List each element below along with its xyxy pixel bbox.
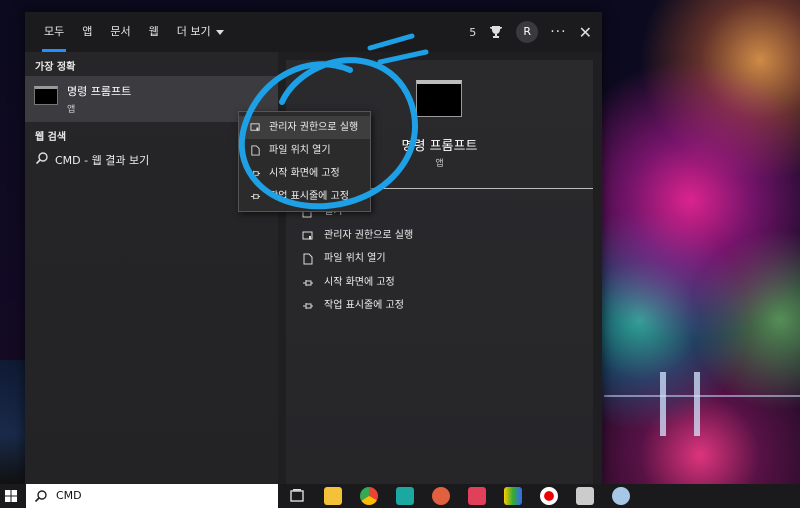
close-icon[interactable]: ✕ <box>579 23 592 42</box>
app-icon[interactable] <box>432 487 450 505</box>
action-label: 파일 위치 열기 <box>324 253 386 264</box>
tab-label: 앱 <box>82 25 93 38</box>
trophy-icon[interactable] <box>488 24 504 40</box>
tab-all[interactable]: 모두 <box>35 12 73 52</box>
tab-label: 모두 <box>44 25 65 38</box>
wallpaper-bridge-tower <box>660 372 666 436</box>
best-match-header: 가장 정확 <box>35 62 76 73</box>
context-menu: 관리자 권한으로 실행 파일 위치 열기 시작 화면에 고정 작업 표시줄에 고… <box>238 111 371 212</box>
action-label: 시작 화면에 고정 <box>324 276 395 288</box>
action-label: 작업 표시줄에 고정 <box>324 300 404 311</box>
tab-web[interactable]: 웹 <box>140 12 168 52</box>
taskbar-search-box[interactable]: CMD <box>26 484 278 508</box>
web-result-label: CMD - 웹 결과 보기 <box>55 154 150 167</box>
wallpaper-cityscape <box>0 360 26 484</box>
camera-icon[interactable] <box>468 487 486 505</box>
search-input[interactable]: CMD <box>56 489 82 502</box>
pin-icon <box>303 303 313 309</box>
pin-icon <box>250 170 261 177</box>
pin-icon <box>303 279 313 286</box>
search-icon <box>34 490 47 503</box>
windows-logo-icon <box>5 490 17 502</box>
action-run-as-admin[interactable]: 관리자 권한으로 실행 <box>302 224 413 248</box>
context-item-label: 관리자 권한으로 실행 <box>269 122 359 133</box>
tab-label: 웹 <box>148 25 159 38</box>
tab-apps[interactable]: 앱 <box>73 12 101 52</box>
rewards-points: 5 <box>469 25 477 39</box>
best-match-title: 명령 프롬프트 <box>67 85 132 98</box>
context-run-as-admin[interactable]: 관리자 권한으로 실행 <box>239 116 370 139</box>
tab-label: 더 보기 <box>176 25 211 38</box>
more-options-icon[interactable]: ··· <box>550 24 566 40</box>
chevron-down-icon <box>215 29 224 35</box>
action-pin-to-taskbar[interactable]: 작업 표시줄에 고정 <box>302 294 413 318</box>
app-icon[interactable] <box>396 487 414 505</box>
app-icon[interactable] <box>576 487 594 505</box>
command-prompt-icon <box>34 86 58 105</box>
task-view-icon[interactable] <box>288 487 306 505</box>
top-bar-controls: 5 R ··· ✕ <box>469 12 592 52</box>
file-icon <box>251 145 260 156</box>
start-menu-top-bar: 모두 앱 문서 웹 더 보기 5 R ··· ✕ <box>25 12 602 52</box>
record-icon[interactable] <box>540 487 558 505</box>
chrome-icon[interactable] <box>360 487 378 505</box>
tab-more[interactable]: 더 보기 <box>168 12 233 52</box>
file-icon <box>303 253 313 265</box>
context-item-label: 작업 표시줄에 고정 <box>269 191 349 202</box>
tab-documents[interactable]: 문서 <box>101 12 139 52</box>
tab-label: 문서 <box>110 25 131 38</box>
taskbar: CMD <box>0 484 800 508</box>
best-match-subtitle: 앱 <box>67 105 76 115</box>
file-explorer-icon[interactable] <box>324 487 342 505</box>
shield-icon <box>302 231 313 240</box>
paint-icon[interactable] <box>612 487 630 505</box>
search-icon <box>35 152 48 165</box>
wallpaper-bridge-tower <box>694 372 700 436</box>
action-open-file-location[interactable]: 파일 위치 열기 <box>302 247 413 271</box>
start-menu: 모두 앱 문서 웹 더 보기 5 R ··· ✕ 가장 정확 명령 프롬프트 앱… <box>25 12 602 484</box>
preview-actions: 열기 관리자 권한으로 실행 파일 위치 열기 시작 화면에 고정 작업 표시줄… <box>302 200 413 318</box>
web-search-header: 웹 검색 <box>35 132 67 143</box>
context-open-file-location[interactable]: 파일 위치 열기 <box>239 139 370 162</box>
user-avatar[interactable]: R <box>516 21 539 43</box>
action-label: 관리자 권한으로 실행 <box>324 229 414 241</box>
app-icon[interactable] <box>504 487 522 505</box>
shield-icon <box>250 123 260 132</box>
search-filter-tabs: 모두 앱 문서 웹 더 보기 <box>25 12 233 52</box>
command-prompt-large-icon <box>416 80 462 117</box>
context-item-label: 시작 화면에 고정 <box>269 168 340 179</box>
pin-icon <box>250 193 261 200</box>
context-pin-to-start[interactable]: 시작 화면에 고정 <box>239 162 370 185</box>
start-button[interactable] <box>0 484 24 508</box>
action-pin-to-start[interactable]: 시작 화면에 고정 <box>302 271 413 295</box>
wallpaper-bridge <box>604 395 800 435</box>
context-item-label: 파일 위치 열기 <box>269 145 331 156</box>
context-pin-to-taskbar[interactable]: 작업 표시줄에 고정 <box>239 185 370 208</box>
